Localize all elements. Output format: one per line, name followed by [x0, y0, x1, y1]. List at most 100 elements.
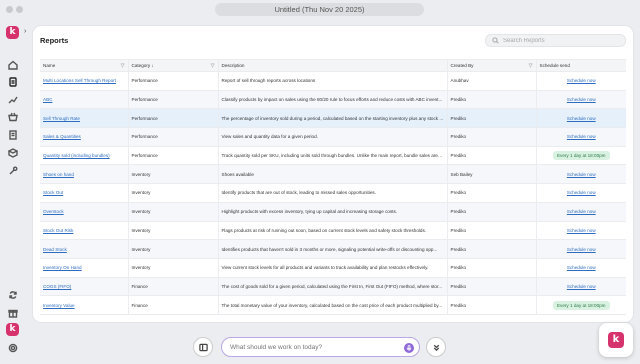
- cell-name: Quantity sold (including bundles): [40, 146, 129, 166]
- schedule-now-link[interactable]: Schedule now: [567, 284, 596, 289]
- cell-category: Finance: [128, 277, 219, 297]
- report-name-link[interactable]: Stock Out Risk: [43, 228, 73, 233]
- cell-created-by: Prediko: [447, 277, 537, 297]
- reports-icon[interactable]: [6, 75, 19, 88]
- table-row[interactable]: Inventory Value Finance The total monetary…: [40, 295, 626, 315]
- basket-icon[interactable]: [6, 110, 19, 123]
- cell-category: Performance: [128, 90, 219, 110]
- table-row[interactable]: Stock Out Inventory Identify products that…: [40, 183, 626, 203]
- window-title[interactable]: Untitled (Thu Nov 20 2025): [215, 3, 424, 16]
- cell-schedule: Schedule now: [536, 258, 626, 278]
- cell-name: Sell Through Rate: [40, 108, 129, 129]
- cell-category: Performance: [128, 146, 219, 166]
- cell-schedule: Schedule now: [536, 71, 626, 91]
- column-header-name[interactable]: Name ▽: [40, 59, 129, 72]
- app-logo[interactable]: k: [6, 26, 19, 39]
- schedule-now-link[interactable]: Schedule now: [567, 97, 596, 102]
- cell-created-by: Prediko: [447, 202, 537, 222]
- column-header-created-by[interactable]: Created By ▽: [447, 59, 537, 72]
- report-name-link[interactable]: Inventory Value: [43, 303, 75, 308]
- cell-name: Overstock: [40, 202, 129, 222]
- table-row[interactable]: Multi Locations Sell Through Report Perfo…: [40, 71, 626, 91]
- table-row[interactable]: COGS (FIFO) Finance The cost of goods sold…: [40, 277, 626, 297]
- report-name-link[interactable]: Quantity sold (including bundles): [43, 153, 110, 158]
- search-input[interactable]: [503, 37, 623, 44]
- schedule-now-link[interactable]: Schedule now: [567, 265, 596, 270]
- floating-assistant-button[interactable]: k: [599, 323, 633, 357]
- table-row[interactable]: Shoes on hand Inventory Shoes available Seb…: [40, 164, 626, 185]
- column-header-label: Name: [43, 62, 56, 68]
- report-name-link[interactable]: Sales & Quantities: [43, 134, 81, 139]
- window-control-close[interactable]: [6, 6, 13, 13]
- account-logo[interactable]: k: [6, 323, 19, 336]
- schedule-now-link[interactable]: Schedule now: [567, 190, 596, 195]
- schedule-badge[interactable]: Every 1 day at 18:00pm: [552, 300, 610, 310]
- table-row[interactable]: Stock Out Risk Inventory Flags products at…: [40, 221, 626, 241]
- report-name-link[interactable]: Sell Through Rate: [43, 116, 80, 121]
- report-name-link[interactable]: Multi Locations Sell Through Report: [43, 78, 116, 83]
- sidebar-expand-chevron-icon[interactable]: ›: [24, 28, 26, 35]
- schedule-now-link[interactable]: Schedule now: [567, 209, 596, 214]
- assistant-input[interactable]: [230, 343, 400, 351]
- toggle-panel-button[interactable]: [193, 337, 213, 357]
- cell-created-by: Prediko: [447, 295, 537, 315]
- schedule-now-link[interactable]: Schedule now: [567, 116, 596, 121]
- report-name-link[interactable]: Dead Stock: [43, 247, 67, 252]
- report-name-link[interactable]: ABC: [43, 97, 52, 102]
- cell-schedule: Every 1 day at 18:00pm: [536, 146, 626, 166]
- cell-description: The percentage of inventory sold during …: [218, 108, 448, 129]
- column-header-schedule[interactable]: Schedule send: [536, 59, 626, 72]
- report-name-link[interactable]: Shoes on hand: [43, 172, 74, 177]
- cell-name: Inventory On Hand: [40, 258, 129, 278]
- schedule-badge[interactable]: Every 1 day at 18:00pm: [552, 151, 610, 161]
- inventory-icon[interactable]: [6, 146, 19, 159]
- table-row[interactable]: Dead Stock Inventory Identifies products t…: [40, 239, 626, 259]
- table-row[interactable]: Sell Through Rate Performance The percenta…: [40, 108, 626, 129]
- gift-icon[interactable]: [6, 306, 19, 319]
- document-icon[interactable]: [6, 128, 19, 141]
- cell-category: Inventory: [128, 221, 219, 241]
- table-row[interactable]: Quantity sold (including bundles) Perform…: [40, 146, 626, 166]
- cell-description: View current stock levels for all produc…: [218, 258, 448, 278]
- schedule-now-link[interactable]: Schedule now: [567, 228, 596, 233]
- search-bar[interactable]: [485, 34, 626, 47]
- search-icon: [492, 37, 499, 44]
- home-icon[interactable]: [6, 58, 19, 71]
- column-header-category[interactable]: Category ↓ ▽: [128, 59, 219, 72]
- column-header-description[interactable]: Description: [218, 59, 448, 72]
- trend-icon[interactable]: [6, 93, 19, 106]
- assistant-prompt[interactable]: [221, 337, 420, 357]
- schedule-now-link[interactable]: Schedule now: [567, 172, 596, 177]
- report-name-link[interactable]: Overstock: [43, 209, 64, 214]
- filter-icon[interactable]: ▽: [121, 63, 125, 69]
- table-row[interactable]: Inventory On Hand Inventory View current s…: [40, 258, 626, 278]
- cell-name: Shoes on hand: [40, 164, 129, 185]
- sort-down-icon[interactable]: ↓: [151, 63, 153, 68]
- report-name-link[interactable]: COGS (FIFO): [43, 284, 71, 289]
- tools-icon[interactable]: [6, 164, 19, 177]
- cell-schedule: Schedule now: [536, 90, 626, 110]
- settings-icon[interactable]: [6, 341, 19, 354]
- microphone-button[interactable]: [404, 343, 414, 353]
- report-name-link[interactable]: Stock Out: [43, 190, 63, 195]
- cell-schedule: Schedule now: [536, 164, 626, 185]
- reports-card: Reports Name ▽ Category ↓ ▽ Description Cr…: [33, 26, 633, 322]
- cell-name: Inventory Value: [40, 295, 129, 315]
- report-name-link[interactable]: Inventory On Hand: [43, 265, 82, 270]
- sync-icon[interactable]: [6, 288, 19, 301]
- window-control-minimize[interactable]: [16, 6, 23, 13]
- schedule-now-link[interactable]: Schedule now: [567, 78, 596, 83]
- filter-icon[interactable]: ▽: [529, 63, 533, 69]
- table-row[interactable]: ABC Performance Classify products by impac…: [40, 90, 626, 110]
- table-row[interactable]: Sales & Quantities Performance View sales …: [40, 127, 626, 147]
- column-header-label: Schedule send: [539, 63, 570, 68]
- cell-category: Inventory: [128, 183, 219, 203]
- schedule-now-link[interactable]: Schedule now: [567, 247, 596, 252]
- cell-created-by: Prediko: [447, 221, 537, 241]
- expand-down-button[interactable]: [426, 337, 446, 357]
- table-row[interactable]: Overstock Inventory Highlight products wit…: [40, 202, 626, 222]
- cell-category: Performance: [128, 71, 219, 91]
- schedule-now-link[interactable]: Schedule now: [567, 134, 596, 139]
- filter-icon[interactable]: ▽: [211, 63, 215, 69]
- page-title: Reports: [40, 36, 69, 45]
